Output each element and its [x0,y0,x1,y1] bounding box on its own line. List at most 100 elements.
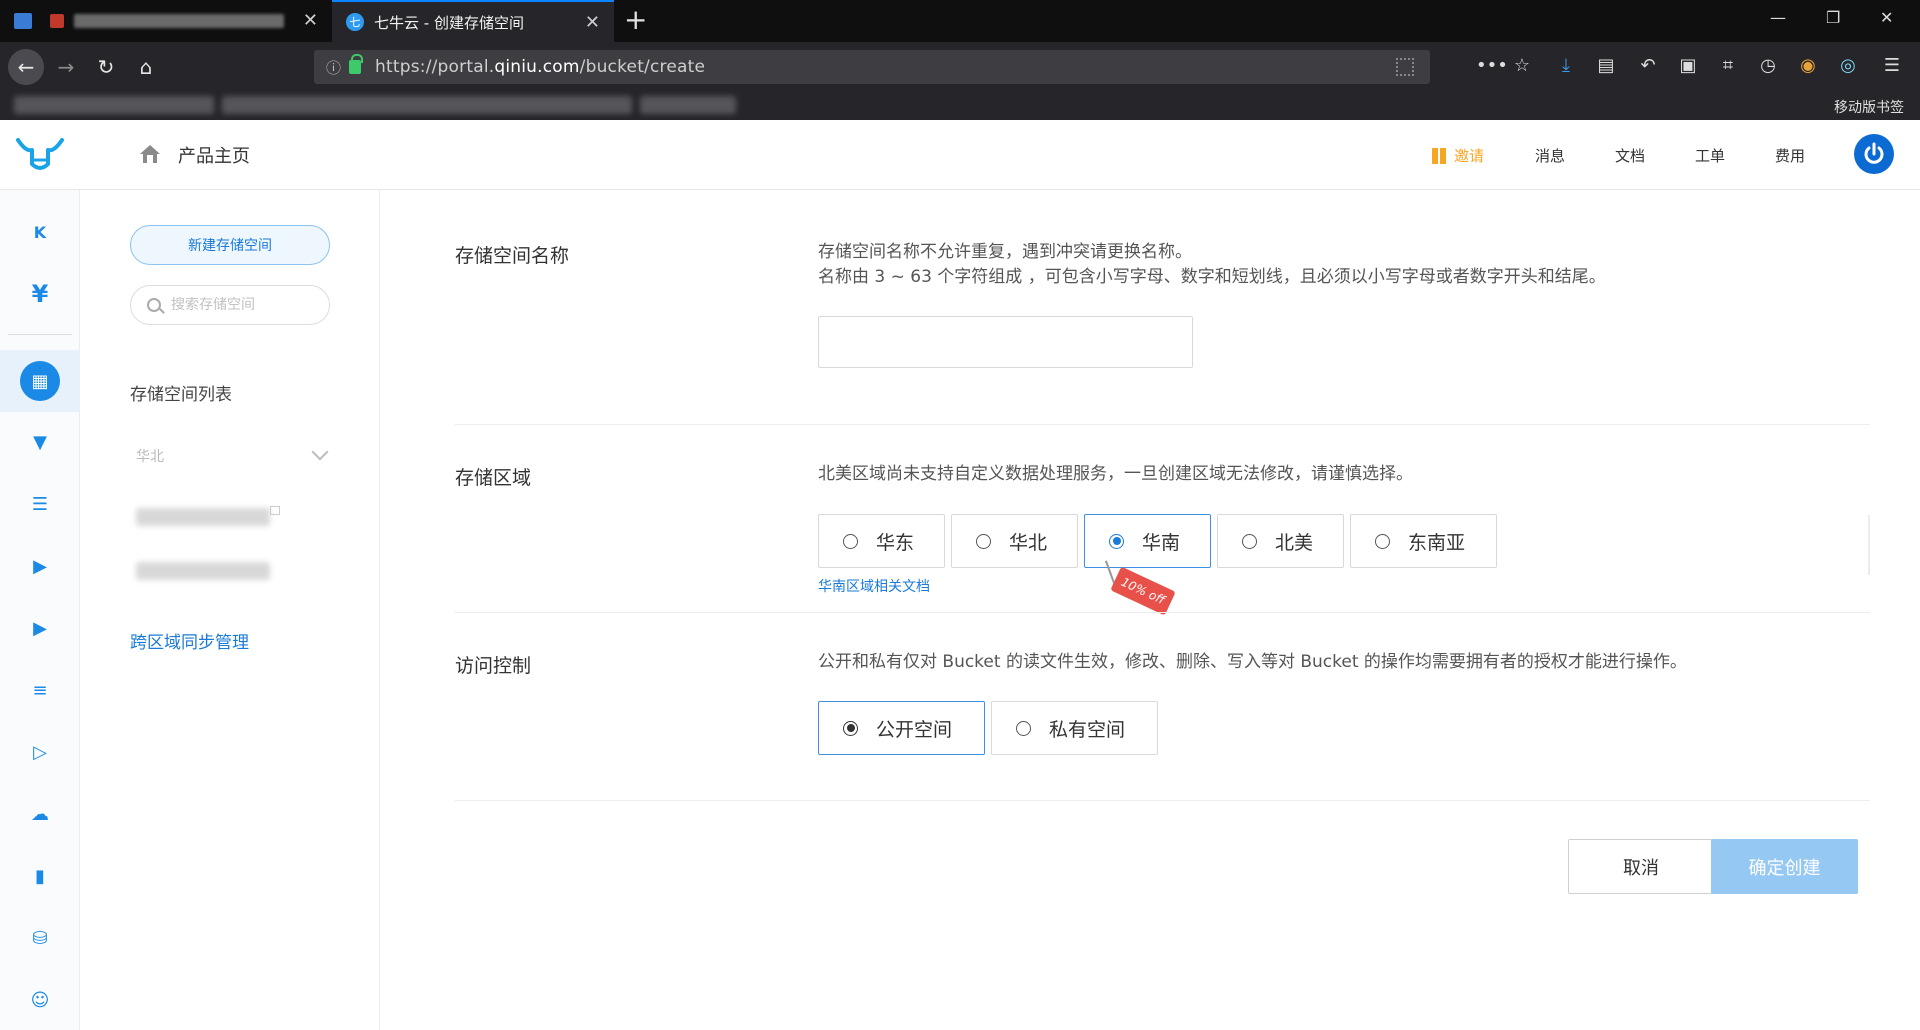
cancel-button[interactable]: 取消 [1568,839,1714,894]
gift-icon [1432,147,1446,164]
url-domain: qiniu.com [494,57,580,77]
invite-link[interactable]: 邀请 [1432,145,1484,166]
power-icon [1864,142,1884,164]
bucket-name-input[interactable] [818,316,1193,368]
folder-icon [14,13,32,29]
invite-label: 邀请 [1454,147,1485,165]
video-icon: ▶ [33,617,47,639]
tab-inactive[interactable]: ✕ [0,0,332,42]
url-prefix: https://portal. [375,57,495,77]
qiniu-logo-icon[interactable] [16,136,64,176]
rail-item-book[interactable]: ▮ [0,848,80,904]
reload-icon[interactable]: ↻ [90,51,122,83]
user-power-button[interactable] [1854,134,1894,174]
bucket-search-input[interactable] [171,297,321,313]
docs-link[interactable]: 文档 [1615,145,1645,166]
storage-grid-icon: ▦ [20,361,60,401]
confirm-create-button[interactable]: 确定创建 [1711,839,1858,894]
close-icon[interactable]: ✕ [303,10,318,31]
product-home-link[interactable]: 产品主页 [178,142,250,168]
access-option-private[interactable]: 私有空间 [991,701,1158,755]
cross-region-sync-link[interactable]: 跨区域同步管理 [130,628,249,653]
info-icon[interactable]: ⓘ [326,57,341,78]
region-filter-select[interactable]: 华北 [136,443,329,470]
rail-item-live[interactable]: ▶ [0,538,80,594]
library-icon[interactable]: ▤ [1594,55,1618,76]
url-path: /bucket/create [579,57,706,77]
tab-active[interactable]: 七 七牛云 - 创建存储空间 ✕ [332,0,614,42]
star-icon[interactable]: ☆ [1510,55,1534,76]
qr-code-icon[interactable] [1396,58,1414,76]
extension-icon[interactable]: ◎ [1836,55,1860,76]
media-play-icon: ▷ [33,741,47,763]
app-header: 产品主页 邀请 消息 文档 工单 费用 [0,120,1920,190]
messages-link[interactable]: 消息 [1535,145,1565,166]
region-option-southeast-asia[interactable]: 东南亚 [1350,514,1497,568]
history-icon[interactable]: ◷ [1756,55,1780,76]
rail-item-storage[interactable]: ▦ [0,350,80,412]
browser-chrome: ✕ 七 七牛云 - 创建存储空间 ✕ + — ❐ ✕ ← → ↻ ⌂ ⓘ htt… [0,0,1920,120]
bookmark-item[interactable] [14,96,214,114]
home-house-icon[interactable] [138,142,162,166]
region-option-label: 华东 [876,531,915,554]
url-bar[interactable]: ⓘ https://portal.qiniu.com/bucket/create [314,50,1430,84]
billing-link[interactable]: 费用 [1775,145,1805,166]
server-icon: ☰ [31,493,49,515]
new-tab-button[interactable]: + [624,6,647,34]
back-arrow-icon[interactable]: ← [8,49,44,85]
bucket-search-box[interactable] [130,285,330,325]
mobile-bookmarks[interactable]: 移动版书签 [1834,97,1904,117]
rail-item-processing[interactable]: ≡ [0,662,80,718]
region-option-label: 东南亚 [1408,531,1466,554]
lock-icon [349,54,364,74]
rail-item-cloud[interactable]: ☁ [0,786,80,842]
rail-item-billing[interactable]: ¥ [0,266,80,322]
access-radio-group: 公开空间 私有空间 [818,701,1164,755]
access-control-label: 访问控制 [455,655,532,677]
radio-icon [843,533,858,549]
minimize-icon[interactable]: — [1770,8,1786,27]
close-icon[interactable]: ✕ [585,12,600,33]
region-option-north-america[interactable]: 北美 [1217,514,1344,568]
undo-icon[interactable]: ↶ [1636,55,1660,76]
blurred-tab-title [74,14,284,28]
bookmark-item[interactable] [222,96,632,114]
menu-icon[interactable]: ☰ [1880,55,1904,76]
forward-arrow-icon[interactable]: → [50,51,82,83]
rail-item-video[interactable]: ▶ [0,600,80,656]
rail-item-database[interactable]: ⛁ [0,910,80,966]
url-text[interactable]: https://portal.qiniu.com/bucket/create [375,57,705,77]
home-icon[interactable]: ⌂ [130,51,162,83]
bucket-list-item[interactable] [136,562,270,580]
rail-item-server[interactable]: ☰ [0,476,80,532]
region-option-east-china[interactable]: 华东 [818,514,945,568]
access-option-public[interactable]: 公开空间 [818,701,985,755]
bookmark-item[interactable] [640,96,736,114]
reader-icon[interactable]: ▣ [1676,55,1700,76]
rail-item-kodo[interactable]: K [0,204,80,260]
radio-checked-icon [843,720,858,736]
download-icon[interactable]: ⤓ [1554,55,1578,76]
region-option-north-china[interactable]: 华北 [951,514,1078,568]
tickets-link[interactable]: 工单 [1695,145,1725,166]
color-wheel-icon[interactable]: ◉ [1796,55,1820,76]
window-close-icon[interactable]: ✕ [1880,8,1893,27]
rail-item-smile[interactable]: ☺ [0,972,80,1028]
access-control-hint: 公开和私有仅对 Bucket 的读文件生效，修改、删除、写入等对 Bucket … [818,652,1687,672]
new-bucket-button[interactable]: 新建存储空间 [130,225,330,265]
bucket-list-item[interactable] [136,508,270,526]
sliders-icon: ≡ [32,679,48,701]
restore-icon[interactable]: ❐ [1826,8,1840,27]
radio-icon [1242,533,1257,549]
bucket-name-label: 存储空间名称 [455,245,570,267]
region-label: 存储区域 [455,467,532,489]
bucket-list-title: 存储空间列表 [130,385,232,405]
cloud-icon: ☁ [31,803,49,825]
rail-item-media[interactable]: ▷ [0,724,80,780]
region-hint: 北美区域尚未支持自定义数据处理服务，一旦创建区域无法修改，请谨慎选择。 [818,464,1413,484]
crop-icon[interactable]: ⌗ [1716,55,1740,76]
rail-divider [8,334,72,335]
rail-item-cdn[interactable]: ▼ [0,414,80,470]
region-doc-link[interactable]: 华南区域相关文档 [818,576,930,596]
more-icon[interactable]: ••• [1476,55,1508,76]
